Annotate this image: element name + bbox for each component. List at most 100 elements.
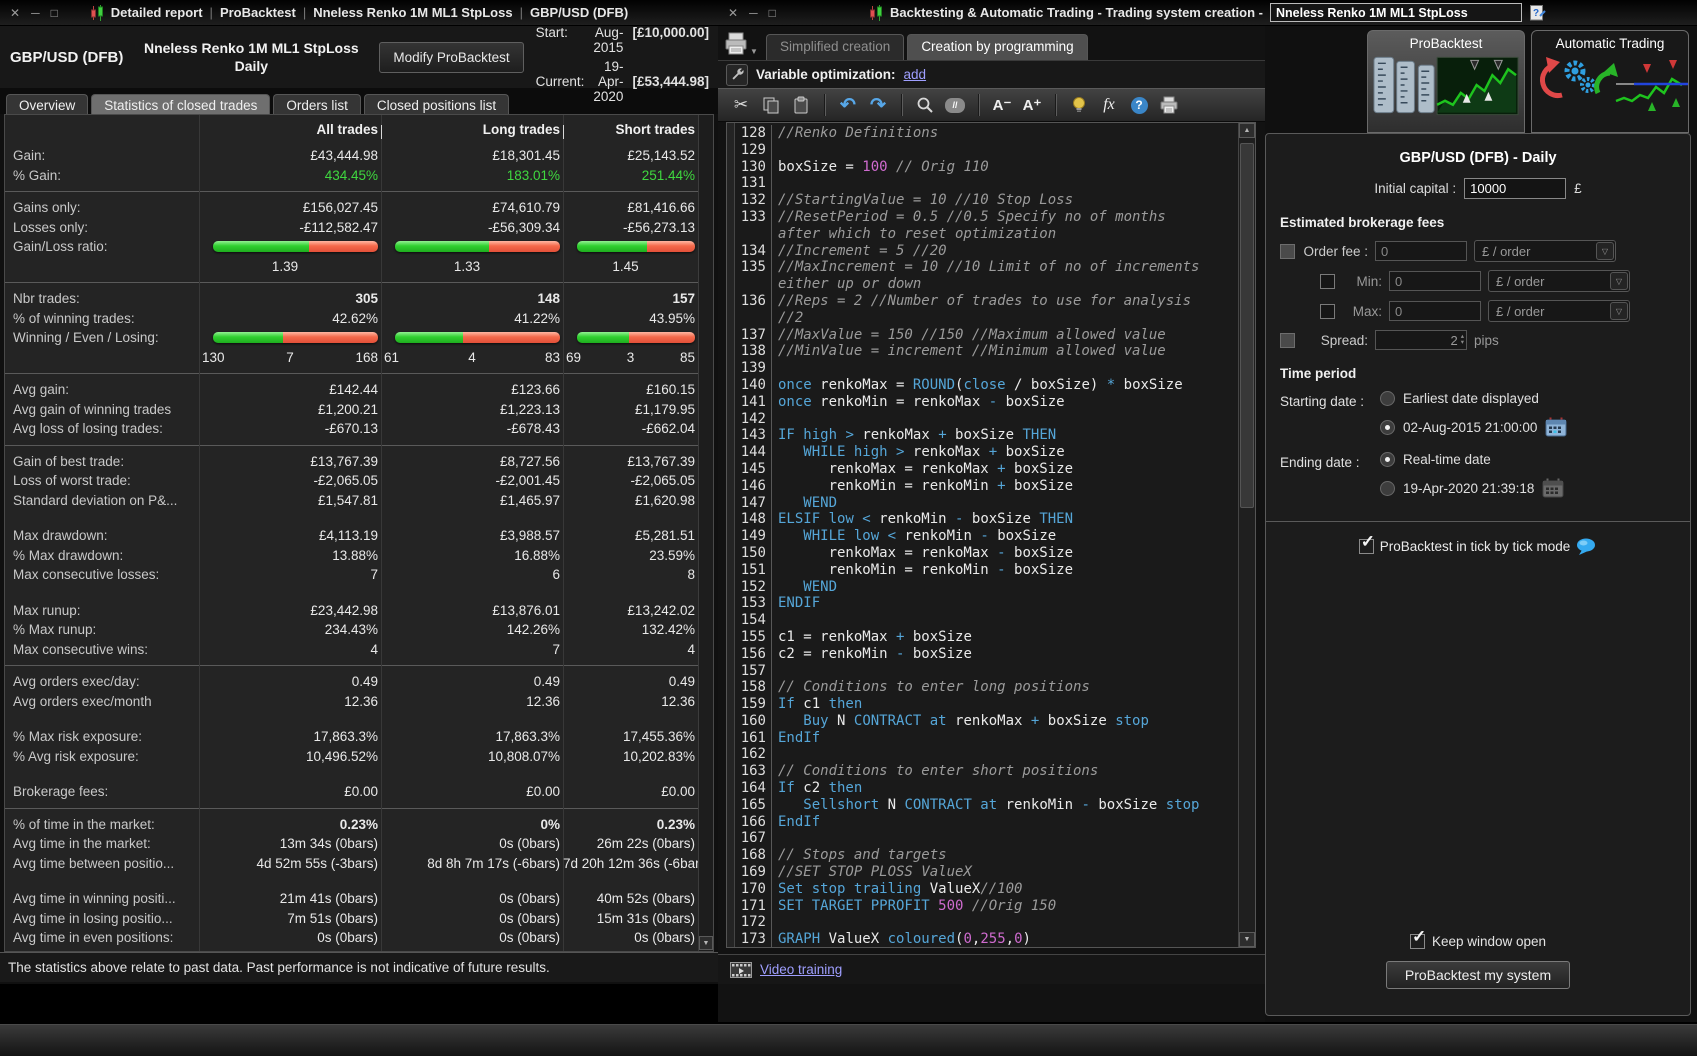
tab-closed-positions-list[interactable]: Closed positions list <box>364 94 509 114</box>
code-line[interactable]: after which to reset optimization <box>735 226 1238 243</box>
code-line[interactable]: 157 <box>735 663 1238 680</box>
chevron-down-icon[interactable]: ▽ <box>1610 302 1628 320</box>
scroll-down-button[interactable]: ▼ <box>699 936 713 950</box>
code-line[interactable]: 149 WHILE low < renkoMin - boxSize <box>735 528 1238 545</box>
undo-icon[interactable]: ↶ <box>835 92 861 118</box>
code-line[interactable]: 165 Sellshort N CONTRACT at renkoMin - b… <box>735 797 1238 814</box>
scrollbar-thumb[interactable] <box>1240 143 1254 508</box>
starting-earliest-option[interactable]: Earliest date displayed <box>1380 391 1567 406</box>
order-fee-unit-select[interactable]: £ / order ▽ <box>1474 240 1616 262</box>
help-page-icon[interactable]: ? <box>1529 3 1546 22</box>
code-line[interactable]: 134//Increment = 5 //20 <box>735 243 1238 260</box>
min-fee-checkbox[interactable] <box>1320 274 1335 289</box>
code-line[interactable]: 154 <box>735 612 1238 629</box>
print-menu-arrow-icon[interactable]: ▼ <box>750 48 758 56</box>
probacktest-my-system-button[interactable]: ProBacktest my system <box>1386 961 1570 989</box>
scroll-down-button[interactable]: ▼ <box>1239 932 1255 947</box>
minimize-icon[interactable]: ─ <box>749 6 758 20</box>
ending-date-option[interactable]: 19-Apr-2020 21:39:18 <box>1380 478 1564 498</box>
code-line[interactable]: 158// Conditions to enter long positions <box>735 679 1238 696</box>
order-fee-checkbox[interactable] <box>1280 244 1295 259</box>
functions-icon[interactable]: fx <box>1096 92 1122 118</box>
code-line[interactable]: 172 <box>735 914 1238 931</box>
tab-orders-list[interactable]: Orders list <box>273 94 361 114</box>
tab-probacktest[interactable]: ProBacktest <box>1367 30 1525 133</box>
code-line[interactable]: 156c2 = renkoMin - boxSize <box>735 646 1238 663</box>
wrench-icon[interactable] <box>726 64 748 86</box>
radio-selected-icon[interactable] <box>1380 420 1395 435</box>
code-line[interactable]: 164If c2 then <box>735 780 1238 797</box>
column-header-long-trades[interactable]: Long trades <box>381 122 563 137</box>
scrollbar-track[interactable] <box>1239 138 1255 932</box>
spread-checkbox[interactable] <box>1280 333 1295 348</box>
system-name-input[interactable] <box>1270 3 1522 22</box>
radio-selected-icon[interactable] <box>1380 452 1395 467</box>
code-line[interactable]: 150 renkoMax = renkoMax - boxSize <box>735 545 1238 562</box>
column-header-short-trades[interactable]: Short trades <box>563 122 698 137</box>
code-line[interactable]: 166EndIf <box>735 814 1238 831</box>
max-fee-unit-select[interactable]: £ / order ▽ <box>1488 300 1630 322</box>
code-line[interactable]: 145 renkoMax = renkoMax + boxSize <box>735 461 1238 478</box>
chevron-down-icon[interactable]: ▽ <box>1596 242 1614 260</box>
code-line[interactable]: 136//Reps = 2 //Number of trades to use … <box>735 293 1238 310</box>
ending-realtime-option[interactable]: Real-time date <box>1380 452 1564 467</box>
table-scrollbar[interactable]: ▼ <box>698 115 713 951</box>
help-icon[interactable]: ? <box>1126 92 1152 118</box>
maximize-icon[interactable]: □ <box>769 6 776 20</box>
comment-icon[interactable]: // <box>942 92 968 118</box>
code-line[interactable]: 159If c1 then <box>735 696 1238 713</box>
chevron-down-icon[interactable]: ▽ <box>1610 272 1628 290</box>
code-line[interactable]: 137//MaxValue = 150 //150 //Maximum allo… <box>735 327 1238 344</box>
lightbulb-icon[interactable] <box>1066 92 1092 118</box>
code-line[interactable]: 139 <box>735 360 1238 377</box>
code-line[interactable]: 155c1 = renkoMax + boxSize <box>735 629 1238 646</box>
tab-automatic-trading[interactable]: Automatic Trading <box>1531 30 1689 133</box>
code-line[interactable]: 132//StartingValue = 10 //10 Stop Loss <box>735 192 1238 209</box>
code-line[interactable]: 142 <box>735 411 1238 428</box>
tab-statistics-of-closed-trades[interactable]: Statistics of closed trades <box>91 94 270 114</box>
decrease-font-icon[interactable]: A⁻ <box>989 92 1015 118</box>
code-line[interactable]: 171SET TARGET PPROFIT 500 //Orig 150 <box>735 898 1238 915</box>
code-line[interactable]: 140once renkoMax = ROUND(close / boxSize… <box>735 377 1238 394</box>
redo-icon[interactable]: ↷ <box>865 92 891 118</box>
cut-icon[interactable]: ✂ <box>728 92 754 118</box>
code-lines[interactable]: 128//Renko Definitions129 130boxSize = 1… <box>735 123 1238 947</box>
code-line[interactable]: 161EndIf <box>735 730 1238 747</box>
code-line[interactable]: 170Set stop trailing ValueX//100 <box>735 881 1238 898</box>
code-line[interactable]: 148ELSIF low < renkoMin - boxSize THEN <box>735 511 1238 528</box>
increase-font-icon[interactable]: A⁺ <box>1019 92 1045 118</box>
speech-bubble-icon[interactable] <box>1576 538 1597 555</box>
max-fee-input[interactable] <box>1389 301 1481 321</box>
initial-capital-input[interactable] <box>1464 178 1566 199</box>
code-line[interactable]: 143IF high > renkoMax + boxSize THEN <box>735 427 1238 444</box>
code-line[interactable]: 169//SET STOP PLOSS ValueX <box>735 864 1238 881</box>
code-line[interactable]: either up or down <box>735 276 1238 293</box>
code-line[interactable]: 162 <box>735 746 1238 763</box>
tab-simplified-creation[interactable]: Simplified creation <box>766 34 904 60</box>
modify-probacktest-button[interactable]: Modify ProBacktest <box>379 42 523 73</box>
spread-stepper[interactable]: 2 ▴▾ <box>1375 330 1467 350</box>
code-line[interactable]: 147 WEND <box>735 495 1238 512</box>
min-fee-input[interactable] <box>1389 271 1481 291</box>
code-line[interactable]: 144 WHILE high > renkoMax + boxSize <box>735 444 1238 461</box>
print-report-icon[interactable]: ▼ <box>723 32 758 56</box>
code-line[interactable]: 131 <box>735 175 1238 192</box>
copy-icon[interactable] <box>758 92 784 118</box>
radio-icon[interactable] <box>1380 391 1395 406</box>
code-line[interactable]: 160 Buy N CONTRACT at renkoMax + boxSize… <box>735 713 1238 730</box>
close-icon[interactable]: ✕ <box>10 6 20 20</box>
code-line[interactable]: 173GRAPH ValueX coloured(0,255,0) <box>735 931 1238 947</box>
add-variable-link[interactable]: add <box>904 67 927 82</box>
starting-date-option[interactable]: 02-Aug-2015 21:00:00 <box>1380 417 1567 437</box>
calendar-icon[interactable] <box>1545 417 1567 437</box>
code-line[interactable]: 163// Conditions to enter short position… <box>735 763 1238 780</box>
code-line[interactable]: 152 WEND <box>735 579 1238 596</box>
code-line[interactable]: 133//ResetPeriod = 0.5 //0.5 Specify no … <box>735 209 1238 226</box>
code-line[interactable]: 138//MinValue = increment //Minimum allo… <box>735 343 1238 360</box>
code-line[interactable]: 151 renkoMin = renkoMin - boxSize <box>735 562 1238 579</box>
close-icon[interactable]: ✕ <box>728 6 738 20</box>
column-header-all-trades[interactable]: All trades <box>199 122 381 137</box>
minimize-icon[interactable]: ─ <box>31 6 40 20</box>
print-icon[interactable] <box>1156 92 1182 118</box>
stepper-arrows-icon[interactable]: ▴▾ <box>1461 334 1464 346</box>
